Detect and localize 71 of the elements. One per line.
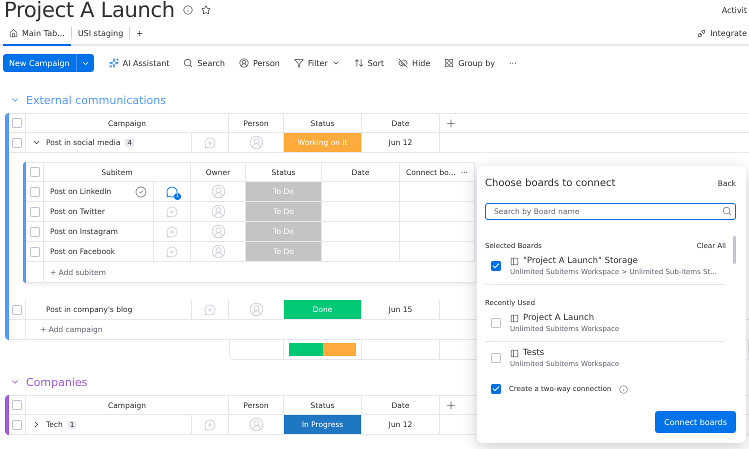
board-icon	[510, 256, 519, 266]
view-tab[interactable]: USI staging	[72, 22, 130, 46]
home-icon	[9, 28, 18, 38]
search-icon	[183, 58, 194, 68]
checkbox[interactable]	[12, 400, 22, 410]
checkbox[interactable]	[491, 353, 501, 363]
toolbar-button[interactable]: Search	[178, 54, 230, 72]
search-icon	[722, 206, 732, 216]
board-name[interactable]: "Project A Launch" Storage	[523, 256, 638, 266]
connect-boards-button[interactable]: Connect boards	[655, 411, 736, 433]
checkbox[interactable]	[491, 261, 501, 271]
avatar-icon[interactable]	[248, 417, 264, 432]
board-icon	[510, 348, 519, 358]
add-update-icon[interactable]	[204, 136, 216, 148]
check-circle-icon[interactable]	[135, 186, 147, 198]
star-icon[interactable]	[200, 5, 211, 15]
checkbox[interactable]	[30, 226, 40, 236]
dialog-title: Choose boards to connect	[485, 178, 616, 189]
checkbox[interactable]	[491, 384, 501, 394]
checkbox[interactable]	[30, 246, 40, 256]
board-title: Project A Launch	[4, 0, 175, 21]
toolbar-button[interactable]: Sort	[348, 54, 390, 72]
checkbox[interactable]	[12, 118, 22, 128]
avatar-icon[interactable]	[248, 302, 264, 317]
sparkle-icon	[108, 58, 119, 68]
add-update-icon[interactable]	[204, 418, 216, 430]
checkbox[interactable]	[30, 206, 40, 216]
add-update-icon[interactable]	[166, 206, 178, 218]
view-tab[interactable]: Main Tab...	[3, 22, 71, 46]
add-update-icon[interactable]	[204, 304, 216, 316]
integrate-button[interactable]: Integrate	[691, 28, 749, 40]
avatar-icon[interactable]	[210, 204, 226, 219]
checkbox[interactable]	[30, 167, 40, 177]
board-icon	[510, 314, 519, 322]
checkbox[interactable]	[12, 420, 22, 430]
board-name[interactable]: Tests	[523, 348, 544, 358]
sort-icon	[354, 58, 364, 68]
toolbar-button[interactable]: Filter	[288, 54, 345, 72]
add-update-icon[interactable]	[166, 226, 178, 238]
toolbar-button[interactable]: Hide	[393, 54, 436, 72]
info-icon[interactable]	[619, 384, 628, 394]
add-column-button[interactable]: +	[446, 398, 456, 412]
avatar-icon[interactable]	[248, 135, 264, 150]
caret-icon	[332, 59, 340, 67]
person-icon	[238, 58, 249, 68]
group-title[interactable]: Companies	[26, 376, 88, 388]
more-button[interactable]: ···	[504, 54, 522, 72]
activity-link[interactable]: Activit	[722, 6, 747, 14]
toolbar-button[interactable]: Person	[234, 54, 285, 72]
group-icon	[444, 58, 454, 68]
avatar-icon[interactable]	[210, 224, 226, 239]
expand-chevron-icon[interactable]	[32, 420, 41, 429]
toolbar-button[interactable]: AI Assistant	[104, 54, 174, 72]
collapse-chevron-icon[interactable]	[32, 138, 41, 147]
filter-icon	[294, 58, 304, 68]
new-campaign-button[interactable]: New Campaign	[3, 54, 94, 72]
info-icon[interactable]	[182, 5, 193, 15]
avatar-icon[interactable]	[210, 184, 226, 199]
avatar-icon[interactable]	[210, 244, 226, 259]
plug-icon	[697, 28, 706, 38]
add-column-button[interactable]: +	[446, 116, 456, 130]
hide-icon	[398, 58, 408, 68]
add-update-icon[interactable]	[166, 246, 178, 258]
checkbox[interactable]	[30, 186, 40, 196]
board-name[interactable]: Project A Launch	[523, 313, 594, 323]
checkbox[interactable]	[12, 304, 22, 314]
add-tab-button[interactable]: +	[130, 22, 150, 46]
checkbox[interactable]	[491, 318, 501, 328]
toolbar-button[interactable]: Group by	[439, 54, 500, 72]
checkbox[interactable]	[12, 138, 22, 148]
scrollbar[interactable]	[733, 236, 736, 264]
